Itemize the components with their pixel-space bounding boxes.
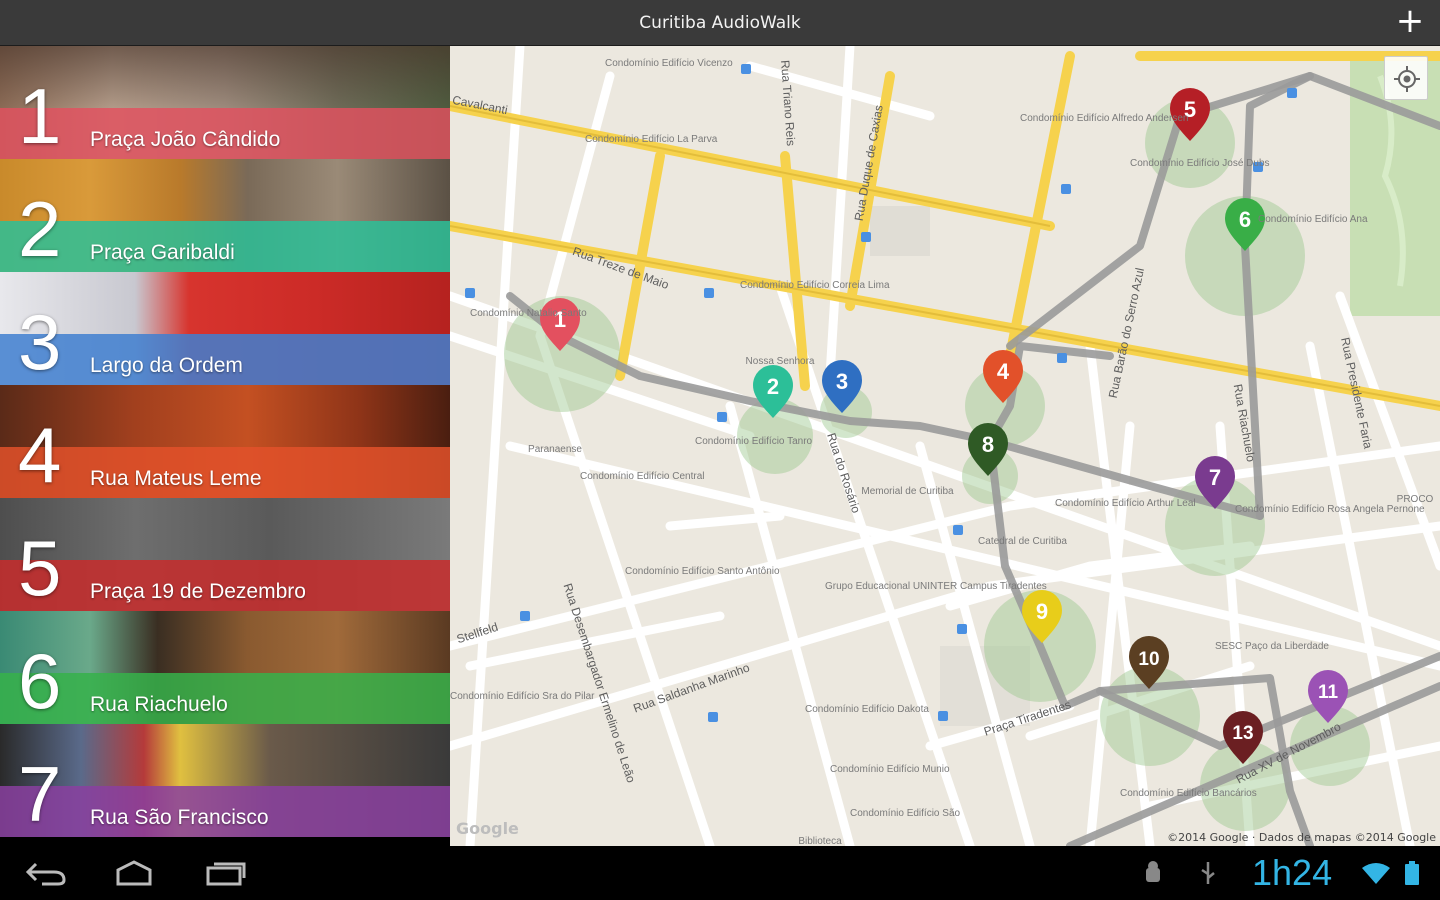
stop-item-1[interactable]: 1 Praça João Cândido xyxy=(0,46,450,159)
place-label: Paranaense xyxy=(528,444,582,455)
place-label: Condomínio Edifício Ana xyxy=(1258,214,1368,225)
action-bar: Curitiba AudioWalk + xyxy=(0,0,1440,46)
stop-number: 7 xyxy=(18,750,62,837)
stop-name: Rua Mateus Leme xyxy=(90,467,262,490)
place-label: Condomínio Edifício Sra do Pilar xyxy=(450,691,595,702)
svg-text:8: 8 xyxy=(982,432,994,457)
stop-item-5[interactable]: 5 Praça 19 de Dezembro xyxy=(0,498,450,611)
stop-number: 1 xyxy=(18,72,62,159)
system-nav-bar: 1h24 xyxy=(0,846,1440,900)
place-label: Condomínio Edifício São xyxy=(850,808,961,819)
svg-text:6: 6 xyxy=(1239,207,1251,232)
status-clock: 1h24 xyxy=(1252,852,1333,893)
place-label: Nossa Senhora xyxy=(745,356,815,367)
place-label: Condomínio Edifício Tanro xyxy=(695,436,813,447)
back-icon[interactable] xyxy=(24,858,68,888)
stop-name: Rua São Francisco xyxy=(90,806,269,829)
place-label: Condomínio Edifício Alfredo Andersen xyxy=(1020,113,1189,124)
map-view[interactable]: 1 2 3 4 5 6 7 8 9 10 11 13 Cavalcanti Ru… xyxy=(450,46,1440,846)
map-attribution: ©2014 Google · Dados de mapas ©2014 Goog… xyxy=(1167,831,1436,844)
wifi-icon xyxy=(1362,863,1390,884)
place-label: Grupo Educacional UNINTER Campus Tiraden… xyxy=(825,581,1047,592)
my-location-button[interactable] xyxy=(1384,56,1428,100)
stop-number: 5 xyxy=(18,524,62,611)
add-button[interactable]: + xyxy=(1394,4,1426,38)
stop-item-4[interactable]: 4 Rua Mateus Leme xyxy=(0,385,450,498)
stop-name: Rua Riachuelo xyxy=(90,693,228,716)
svg-text:9: 9 xyxy=(1036,599,1048,624)
recent-apps-icon[interactable] xyxy=(204,858,248,888)
place-label: SESC Paço da Liberdade xyxy=(1215,641,1329,652)
stop-name: Largo da Ordem xyxy=(90,354,243,377)
svg-text:13: 13 xyxy=(1232,723,1253,744)
place-label: PROCO xyxy=(1396,494,1434,505)
home-icon[interactable] xyxy=(112,858,156,888)
stop-item-7[interactable]: 7 Rua São Francisco xyxy=(0,724,450,837)
app-title: Curitiba AudioWalk xyxy=(639,13,801,33)
android-debug-icon xyxy=(1146,861,1160,882)
place-label: Catedral de Curitiba xyxy=(978,536,1067,547)
battery-icon xyxy=(1405,861,1419,885)
stop-name: Praça Garibaldi xyxy=(90,241,235,264)
svg-text:10: 10 xyxy=(1138,649,1159,670)
stop-name: Praça 19 de Dezembro xyxy=(90,580,306,603)
place-label: Condomínio Edifício Bancários xyxy=(1120,788,1257,799)
crosshair-icon xyxy=(1394,66,1420,92)
place-label: Condomínio Edifício José Dubs xyxy=(1130,158,1270,169)
place-label: Condomínio Edifício Dakota xyxy=(805,704,929,715)
stop-number: 6 xyxy=(18,637,62,724)
stop-item-3[interactable]: 3 Largo da Ordem xyxy=(0,272,450,385)
place-label: Condomínio Edifício Vicenzo xyxy=(605,58,733,69)
usb-icon xyxy=(1201,862,1215,884)
place-label: Biblioteca xyxy=(798,836,842,846)
stop-item-2[interactable]: 2 Praça Garibaldi xyxy=(0,159,450,272)
stop-number: 4 xyxy=(18,411,62,498)
svg-text:2: 2 xyxy=(767,374,779,399)
place-label: Condomínio Edifício Rosa Angela Pernone xyxy=(1235,504,1425,515)
stop-number: 3 xyxy=(18,298,62,385)
svg-text:4: 4 xyxy=(997,359,1010,384)
place-label: Memorial de Curitiba xyxy=(861,486,954,497)
stop-name: Praça João Cândido xyxy=(90,128,281,151)
svg-text:11: 11 xyxy=(1318,682,1339,703)
place-label: Condomínio Edifício Santo Antônio xyxy=(625,566,780,577)
stops-list: 1 Praça João Cândido 2 Praça Garibaldi 3… xyxy=(0,46,450,846)
place-label: Condomínio Edifício La Parva xyxy=(585,134,718,145)
stop-item-6[interactable]: 6 Rua Riachuelo xyxy=(0,611,450,724)
place-label: Condomínio Natalio Santo xyxy=(470,308,587,319)
stop-number: 2 xyxy=(18,185,62,272)
svg-text:3: 3 xyxy=(836,369,848,394)
svg-text:7: 7 xyxy=(1209,465,1221,490)
google-logo: Google xyxy=(456,819,519,838)
place-label: Condomínio Edifício Correia Lima xyxy=(740,280,890,291)
place-label: Condomínio Edifício Munio xyxy=(830,764,950,775)
place-label: Condomínio Edifício Arthur Leal xyxy=(1055,498,1196,509)
place-label: Condomínio Edifício Central xyxy=(580,471,705,482)
